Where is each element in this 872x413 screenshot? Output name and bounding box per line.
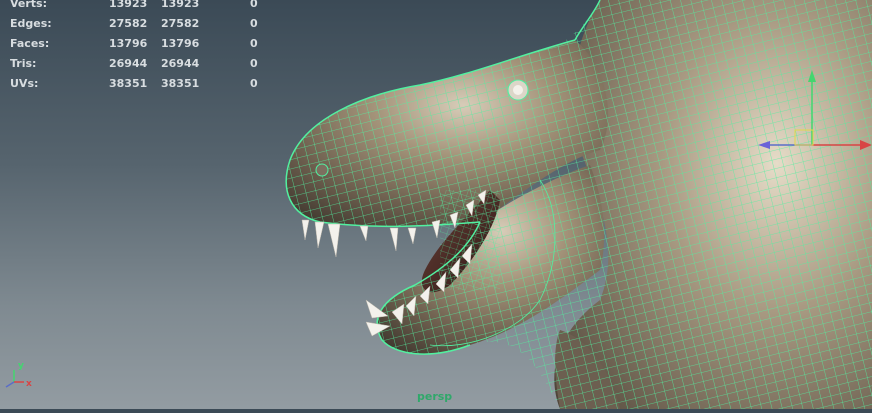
hud-component-count: 0 [250, 77, 258, 90]
hud-row-verts: Verts: 13923 13923 0 [0, 0, 280, 15]
hud-component-count: 0 [250, 37, 258, 50]
hud-label: UVs: [10, 77, 39, 90]
hud-selected-count: 38351 [161, 77, 200, 90]
hud-selected-count: 13796 [161, 37, 200, 50]
hud-selected-count: 13923 [161, 0, 200, 10]
hud-component-count: 0 [250, 0, 258, 10]
hud-object-count: 26944 [109, 57, 148, 70]
hud-row-edges: Edges: 27582 27582 0 [0, 15, 280, 35]
hud-selected-count: 27582 [161, 17, 200, 30]
hud-label: Verts: [10, 0, 48, 10]
axis-y-label: y [18, 361, 24, 371]
hud-label: Edges: [10, 17, 52, 30]
hud-object-count: 13923 [109, 0, 148, 10]
hud-object-count: 27582 [109, 17, 148, 30]
axis-x-label: x [26, 379, 32, 389]
hud-label: Tris: [10, 57, 37, 70]
hud-selected-count: 26944 [161, 57, 200, 70]
hud-component-count: 0 [250, 57, 258, 70]
heads-up-display-poly-count: Verts: 13923 13923 0 Edges: 27582 27582 … [0, 0, 280, 95]
hud-object-count: 38351 [109, 77, 148, 90]
view-axis-indicator: y x [5, 361, 32, 389]
camera-name-label: persp [417, 390, 453, 403]
hud-label: Faces: [10, 37, 50, 50]
hud-object-count: 13796 [109, 37, 148, 50]
perspective-viewport[interactable]: Verts: 13923 13923 0 Edges: 27582 27582 … [0, 0, 872, 409]
hud-row-faces: Faces: 13796 13796 0 [0, 35, 280, 55]
hud-component-count: 0 [250, 17, 258, 30]
hud-row-uvs: UVs: 38351 38351 0 [0, 75, 280, 95]
hud-row-tris: Tris: 26944 26944 0 [0, 55, 280, 75]
